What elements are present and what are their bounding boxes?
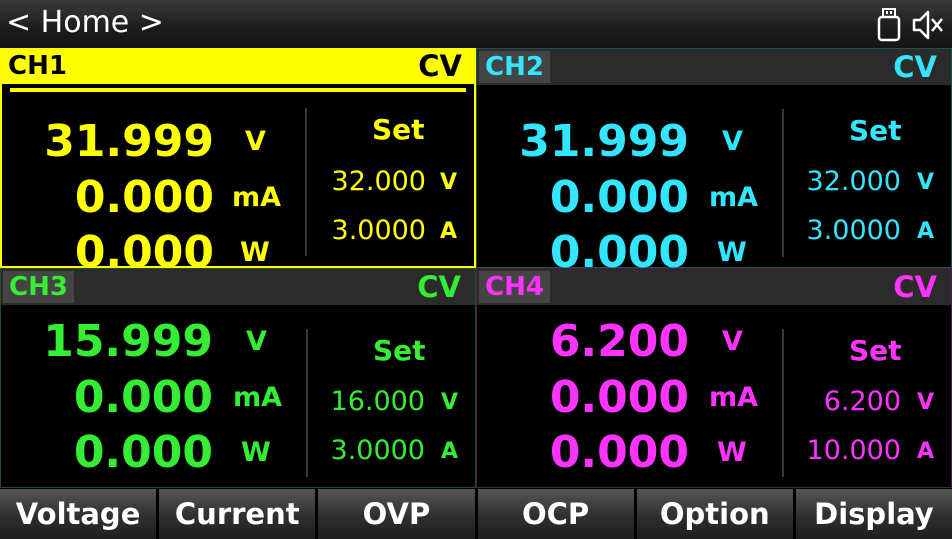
channel-2-current-unit: mA xyxy=(709,182,759,213)
channel-3-set-voltage[interactable]: 16.000 xyxy=(331,382,425,422)
channel-4-set-voltage[interactable]: 6.200 xyxy=(824,382,901,422)
softkey-bar: Voltage Current OVP OCP Option Display xyxy=(0,489,952,539)
channel-1-selection-frame xyxy=(0,48,476,268)
channel-2-set-voltage[interactable]: 32.000 xyxy=(807,162,901,202)
channel-2-set-current-unit: A xyxy=(917,219,935,244)
display-softkey[interactable]: Display xyxy=(795,489,952,539)
ovp-softkey[interactable]: OVP xyxy=(318,489,475,539)
channel-2-set-label: Set xyxy=(849,114,902,147)
channel-1-panel[interactable]: CH1 CV 31.999 V 0.000 mA 0.000 W Set 32.… xyxy=(0,48,476,278)
channel-2-label: CH2 xyxy=(479,51,550,83)
voltage-softkey[interactable]: Voltage xyxy=(0,489,157,539)
current-softkey[interactable]: Current xyxy=(159,489,316,539)
channel-2-divider xyxy=(782,109,784,257)
status-icons xyxy=(876,8,944,46)
channel-2-set-voltage-unit: V xyxy=(917,170,935,195)
channel-4-voltage-unit: V xyxy=(722,326,743,357)
channel-4-panel[interactable]: CH4 CV 6.200 V 0.000 mA 0.000 W Set 6.20… xyxy=(476,268,952,488)
channel-4-set-current-unit: A xyxy=(917,439,935,464)
channel-3-power: 0.000 xyxy=(73,427,213,478)
usb-icon xyxy=(876,8,902,46)
channel-3-current-unit: mA xyxy=(233,382,283,413)
channel-3-current: 0.000 xyxy=(73,372,213,423)
channel-4-power-unit: W xyxy=(717,437,747,468)
channel-4-set-voltage-unit: V xyxy=(917,390,935,415)
channel-2-header: CH2 CV xyxy=(477,49,951,85)
option-softkey[interactable]: Option xyxy=(636,489,793,539)
channel-2-mode: CV xyxy=(893,50,937,84)
channel-2-set-current[interactable]: 3.0000 xyxy=(807,211,901,251)
channel-3-header: CH3 CV xyxy=(1,269,475,305)
channel-2-panel[interactable]: CH2 CV 31.999 V 0.000 mA 0.000 W Set 32.… xyxy=(476,48,952,278)
channel-3-voltage: 15.999 xyxy=(43,316,213,367)
channel-3-divider xyxy=(306,329,308,477)
channel-4-set-current[interactable]: 10.000 xyxy=(807,431,901,471)
channel-4-header: CH4 CV xyxy=(477,269,951,305)
channel-3-label: CH3 xyxy=(3,271,74,303)
channel-4-current-unit: mA xyxy=(709,382,759,413)
channel-4-label: CH4 xyxy=(479,271,550,303)
channel-4-voltage: 6.200 xyxy=(549,316,689,367)
ocp-softkey[interactable]: OCP xyxy=(477,489,634,539)
channel-2-current: 0.000 xyxy=(549,172,689,223)
channel-3-set-current-unit: A xyxy=(441,439,459,464)
channel-4-mode: CV xyxy=(893,270,937,304)
channel-3-panel[interactable]: CH3 CV 15.999 V 0.000 mA 0.000 W Set 16.… xyxy=(0,268,476,488)
channel-4-divider xyxy=(782,329,784,477)
top-bar: < Home > xyxy=(0,0,952,48)
channel-3-set-voltage-unit: V xyxy=(441,390,459,415)
channel-3-voltage-unit: V xyxy=(246,326,267,357)
channel-4-set-label: Set xyxy=(849,334,902,367)
channel-2-voltage: 31.999 xyxy=(519,116,689,167)
speaker-mute-icon xyxy=(912,8,944,46)
channel-3-mode: CV xyxy=(417,270,461,304)
channel-3-power-unit: W xyxy=(241,437,271,468)
channel-4-power: 0.000 xyxy=(549,427,689,478)
channel-3-set-label: Set xyxy=(373,334,426,367)
home-title[interactable]: < Home > xyxy=(6,4,164,42)
channel-3-set-current[interactable]: 3.0000 xyxy=(331,431,425,471)
channel-2-voltage-unit: V xyxy=(722,126,743,157)
channel-4-current: 0.000 xyxy=(549,372,689,423)
